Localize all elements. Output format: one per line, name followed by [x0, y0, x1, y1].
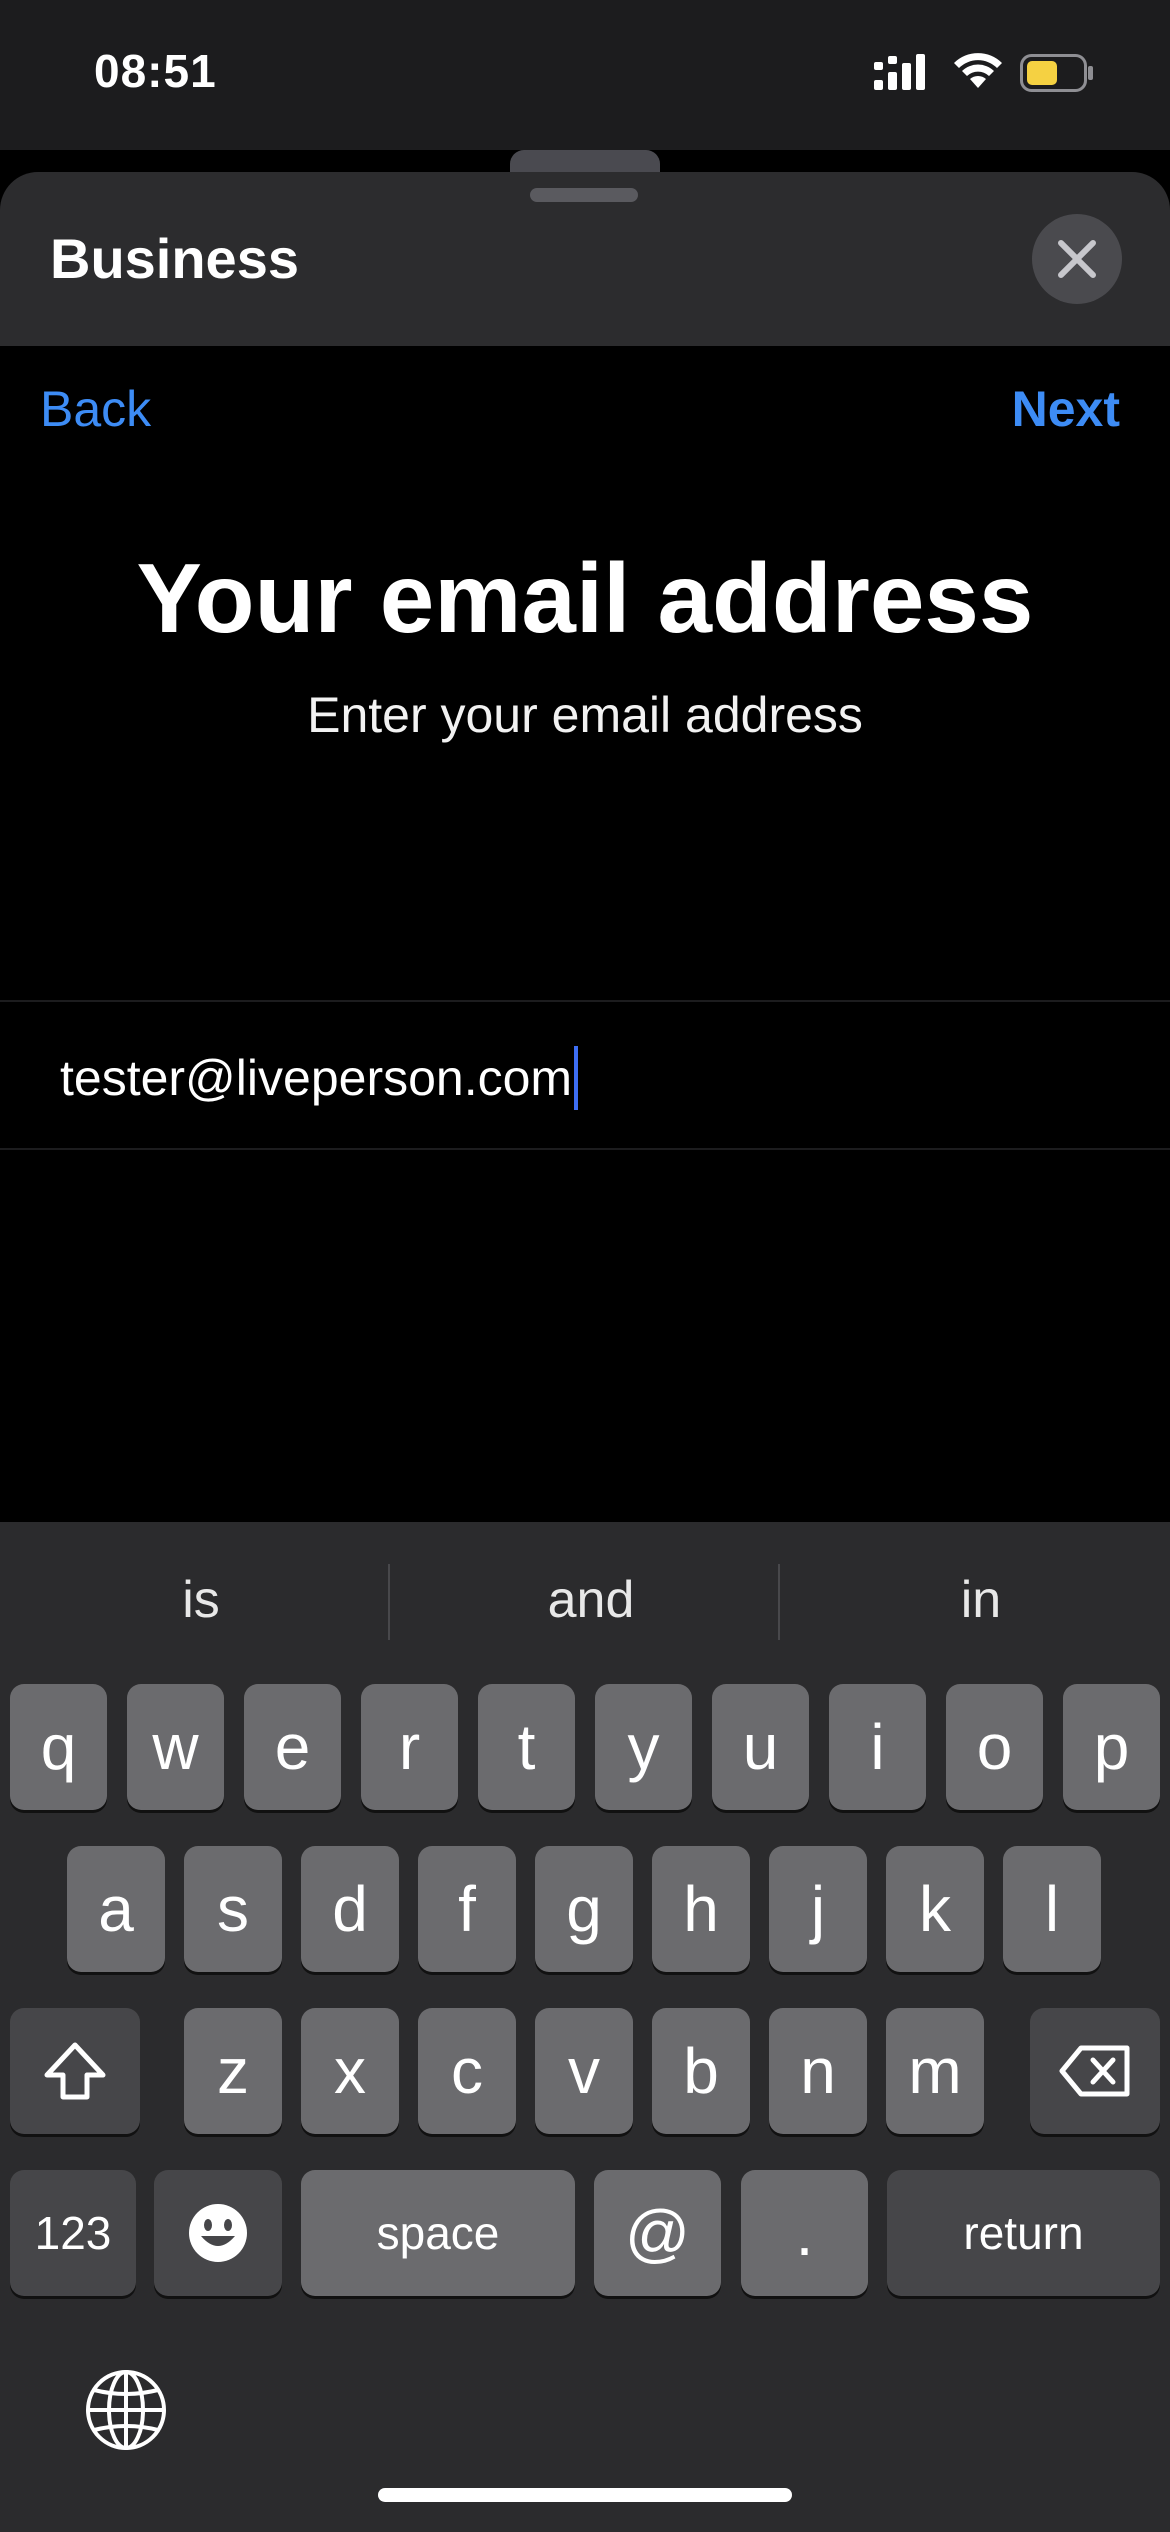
drag-handle[interactable]	[530, 188, 638, 202]
key-t[interactable]: t	[478, 1684, 575, 1810]
page-subtitle: Enter your email address	[307, 687, 863, 743]
key-n[interactable]: n	[769, 2008, 867, 2134]
suggestion-2[interactable]: and	[396, 1570, 786, 1630]
back-button[interactable]: Back	[40, 380, 151, 438]
key-r[interactable]: r	[361, 1684, 458, 1810]
status-icons	[874, 50, 1114, 100]
key-p[interactable]: p	[1063, 1684, 1160, 1810]
globe-icon[interactable]	[84, 2368, 168, 2452]
key-o[interactable]: o	[946, 1684, 1043, 1810]
return-key[interactable]: return	[887, 2170, 1160, 2296]
key-v[interactable]: v	[535, 2008, 633, 2134]
key-y[interactable]: y	[595, 1684, 692, 1810]
key-i[interactable]: i	[829, 1684, 926, 1810]
key-f[interactable]: f	[418, 1846, 516, 1972]
sheet-title: Business	[50, 227, 299, 290]
keyboard: is and in q w e r t y u i o p a s d f g …	[0, 1522, 1170, 2532]
key-b[interactable]: b	[652, 2008, 750, 2134]
space-key[interactable]: space	[301, 2170, 575, 2296]
emoji-key[interactable]	[154, 2170, 282, 2296]
at-key[interactable]: @	[594, 2170, 721, 2296]
email-field[interactable]: tester@liveperson.com	[60, 1046, 579, 1110]
key-h[interactable]: h	[652, 1846, 750, 1972]
dot-key[interactable]: .	[741, 2170, 868, 2296]
key-w[interactable]: w	[127, 1684, 224, 1810]
sheet-header: Business	[0, 172, 1170, 346]
next-button[interactable]: Next	[1012, 380, 1120, 438]
signal-icon	[874, 54, 925, 90]
key-d[interactable]: d	[301, 1846, 399, 1972]
home-indicator	[378, 2488, 792, 2502]
close-icon	[1058, 240, 1096, 278]
suggestion-3[interactable]: in	[786, 1570, 1170, 1630]
suggestion-divider	[778, 1564, 780, 1640]
page-title: Your email address	[136, 543, 1034, 653]
key-z[interactable]: z	[184, 2008, 282, 2134]
key-k[interactable]: k	[886, 1846, 984, 1972]
key-s[interactable]: s	[184, 1846, 282, 1972]
text-cursor	[574, 1046, 579, 1110]
close-button[interactable]	[1032, 214, 1122, 304]
battery-icon	[1020, 54, 1093, 92]
key-e[interactable]: e	[244, 1684, 341, 1810]
email-field-value: tester@liveperson.com	[60, 1050, 573, 1106]
key-j[interactable]: j	[769, 1846, 867, 1972]
suggestion-divider	[388, 1564, 390, 1640]
key-g[interactable]: g	[535, 1846, 633, 1972]
shift-key[interactable]	[10, 2008, 140, 2134]
wifi-icon	[954, 53, 1002, 88]
backspace-icon	[1059, 2045, 1130, 2097]
key-l[interactable]: l	[1003, 1846, 1101, 1972]
key-x[interactable]: x	[301, 2008, 399, 2134]
key-c[interactable]: c	[418, 2008, 516, 2134]
delete-key[interactable]	[1030, 2008, 1160, 2134]
key-u[interactable]: u	[712, 1684, 809, 1810]
numbers-key[interactable]: 123	[10, 2170, 136, 2296]
email-field-row: tester@liveperson.com	[0, 1000, 1170, 1150]
status-bar: 08:51	[0, 0, 1170, 150]
emoji-icon	[189, 2204, 247, 2262]
shift-icon	[44, 2042, 106, 2100]
suggestion-1[interactable]: is	[6, 1570, 396, 1630]
key-a[interactable]: a	[67, 1846, 165, 1972]
key-q[interactable]: q	[10, 1684, 107, 1810]
key-m[interactable]: m	[886, 2008, 984, 2134]
status-time: 08:51	[94, 45, 217, 97]
